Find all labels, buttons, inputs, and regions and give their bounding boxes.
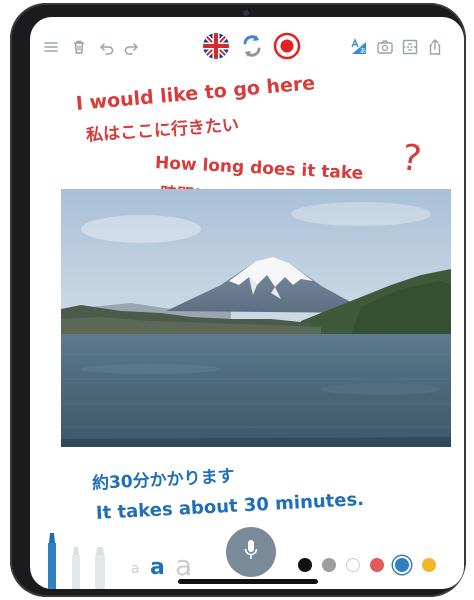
redo-icon[interactable] <box>122 38 140 56</box>
microphone-button[interactable] <box>226 527 276 577</box>
swap-icon[interactable] <box>241 34 263 58</box>
home-indicator <box>178 579 318 584</box>
mount-fuji-photo[interactable] <box>61 189 451 447</box>
color-yellow[interactable] <box>422 558 436 572</box>
note-question-mark: ? <box>399 137 424 181</box>
note-line-6: It takes about 30 minutes. <box>95 488 365 524</box>
record-icon[interactable] <box>273 32 301 60</box>
screen: あ I would like to go here 私はここに行きたい How … <box>30 17 464 589</box>
marker-tool[interactable] <box>70 547 82 589</box>
color-blue-selected[interactable] <box>393 556 411 574</box>
trash-icon[interactable] <box>70 38 88 56</box>
color-white[interactable] <box>346 558 360 572</box>
layout-icon[interactable] <box>401 38 419 56</box>
note-line-3: How long does it take <box>154 153 364 184</box>
share-icon[interactable] <box>426 38 444 56</box>
microphone-icon <box>243 539 259 565</box>
note-line-2: 私はここに行きたい <box>85 115 240 146</box>
camera-icon[interactable] <box>376 38 394 56</box>
color-black[interactable] <box>298 558 312 572</box>
size-medium-button[interactable]: a <box>150 555 165 580</box>
uk-flag-icon[interactable] <box>203 33 229 59</box>
size-large-button[interactable]: a <box>175 549 192 582</box>
svg-text:あ: あ <box>360 48 366 55</box>
note-line-5: 約30分かかります <box>91 466 236 494</box>
highlighter-tool[interactable] <box>94 547 106 589</box>
undo-icon[interactable] <box>98 38 116 56</box>
color-red[interactable] <box>370 558 384 572</box>
menu-icon[interactable] <box>42 38 60 56</box>
blue-pen-tool[interactable] <box>46 533 58 589</box>
color-gray[interactable] <box>322 558 336 572</box>
tablet-device: あ I would like to go here 私はここに行きたい How … <box>10 3 466 597</box>
translate-icon[interactable]: あ <box>350 38 368 56</box>
front-camera <box>243 10 249 16</box>
note-line-1: I would like to go here <box>75 72 316 115</box>
size-small-button[interactable]: a <box>131 561 140 577</box>
